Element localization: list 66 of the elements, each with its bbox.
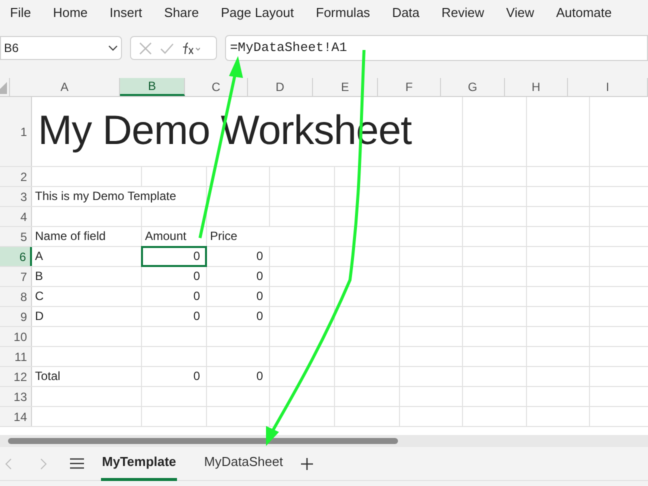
- formula-text: =MyDataSheet!A1: [230, 39, 348, 58]
- table-cell[interactable]: Total: [32, 367, 142, 386]
- chevron-down-icon: [108, 45, 118, 51]
- menu-item[interactable]: View: [495, 1, 546, 25]
- table-cell[interactable]: 0: [207, 247, 270, 266]
- row-header[interactable]: 5: [0, 227, 32, 246]
- chevron-right-icon[interactable]: [40, 458, 48, 470]
- row-header[interactable]: 12: [0, 367, 32, 386]
- table-cell[interactable]: B: [32, 267, 142, 286]
- row-header[interactable]: 6: [0, 247, 32, 266]
- formula-field[interactable]: =MyDataSheet!A1: [225, 35, 648, 61]
- column-header[interactable]: E: [313, 78, 378, 96]
- menu-item[interactable]: Page Layout: [210, 1, 305, 25]
- row-header[interactable]: 14: [0, 407, 32, 426]
- column-header[interactable]: F: [378, 78, 441, 96]
- table-cell[interactable]: 0: [142, 367, 207, 386]
- sheet-tab[interactable]: MyTemplate: [101, 446, 178, 480]
- table-cell[interactable]: 0: [142, 267, 207, 286]
- menu-item[interactable]: Insert: [98, 1, 154, 25]
- row-header[interactable]: 11: [0, 347, 32, 366]
- table-cell[interactable]: 0: [207, 367, 270, 386]
- row-header[interactable]: 3: [0, 187, 32, 206]
- table-cell[interactable]: 0: [207, 287, 270, 306]
- check-icon[interactable]: [160, 42, 174, 54]
- table-cell[interactable]: Amount: [142, 227, 207, 246]
- table-cell[interactable]: 0: [142, 307, 207, 326]
- row-header[interactable]: 4: [0, 207, 32, 226]
- active-cell-border: [141, 246, 207, 267]
- table-cell[interactable]: 0: [142, 287, 207, 306]
- sheet-tab[interactable]: MyDataSheet: [203, 446, 284, 480]
- row-header[interactable]: 7: [0, 267, 32, 286]
- table-cell[interactable]: 0: [207, 267, 270, 286]
- column-header[interactable]: B: [120, 78, 185, 96]
- cancel-icon[interactable]: [139, 42, 152, 54]
- menu-item[interactable]: File: [10, 1, 42, 25]
- column-header[interactable]: I: [568, 78, 648, 96]
- column-header[interactable]: G: [441, 78, 505, 96]
- column-header[interactable]: D: [248, 78, 313, 96]
- table-cell[interactable]: A: [32, 247, 142, 266]
- row-header[interactable]: 8: [0, 287, 32, 306]
- menu-item[interactable]: Formulas: [304, 1, 382, 25]
- row-header[interactable]: 13: [0, 387, 32, 406]
- table-cell[interactable]: Price: [207, 227, 335, 246]
- name-box[interactable]: B6: [0, 36, 122, 60]
- row-header[interactable]: 9: [0, 307, 32, 326]
- row-header[interactable]: 1: [0, 97, 32, 166]
- table-cell[interactable]: 0: [142, 247, 207, 266]
- menu-item[interactable]: Home: [42, 1, 99, 25]
- function-icon[interactable]: [182, 42, 200, 54]
- menu-item[interactable]: Automate: [545, 1, 623, 25]
- column-header[interactable]: H: [505, 78, 568, 96]
- row-header[interactable]: 2: [0, 167, 32, 186]
- menu-item[interactable]: Review: [430, 1, 496, 25]
- row-header[interactable]: 10: [0, 327, 32, 346]
- table-cell[interactable]: 0: [207, 307, 270, 326]
- add-icon[interactable]: [300, 458, 313, 470]
- horizontal-scrollbar[interactable]: [8, 438, 398, 444]
- menu-item[interactable]: Share: [153, 1, 210, 25]
- chevron-left-icon[interactable]: [4, 458, 12, 470]
- table-cell[interactable]: Name of field: [32, 227, 142, 246]
- menu-item[interactable]: Data: [381, 1, 431, 25]
- name-box-value: B6: [4, 40, 19, 57]
- table-cell[interactable]: D: [32, 307, 142, 326]
- table-cell[interactable]: C: [32, 287, 142, 306]
- table-cell[interactable]: This is my Demo Template: [32, 187, 207, 206]
- menu-icon[interactable]: [70, 458, 84, 469]
